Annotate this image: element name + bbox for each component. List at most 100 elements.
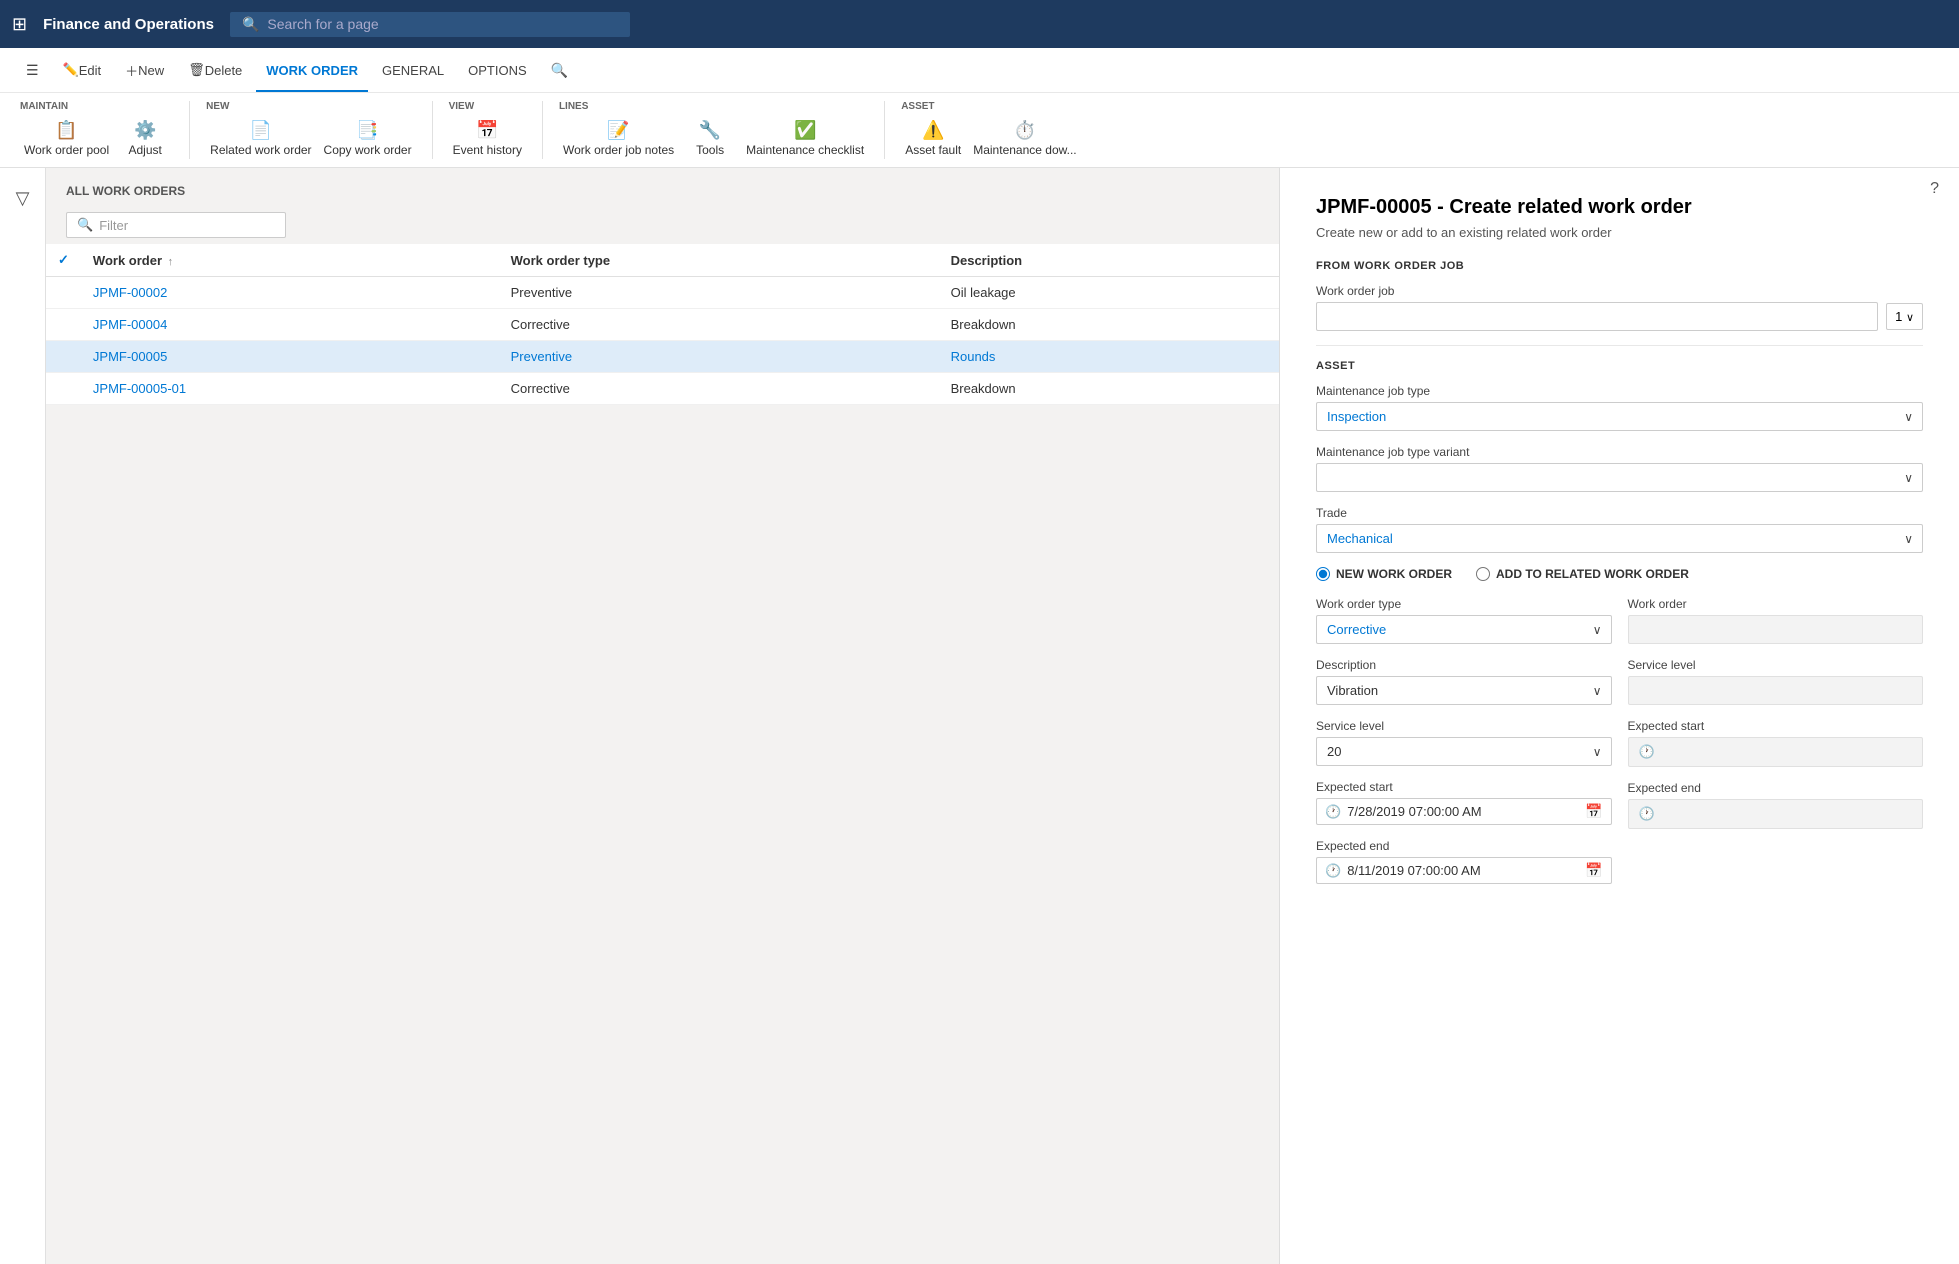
- downtime-icon: ⏱️: [1014, 120, 1036, 141]
- search-input[interactable]: [267, 16, 618, 32]
- right-expected-start-label: Expected start: [1628, 719, 1924, 733]
- ribbon-item-maint-checklist[interactable]: ✅ Maintenance checklist: [742, 118, 868, 159]
- maintain-items: 📋 Work order pool ⚙️ Adjust: [20, 118, 173, 159]
- right-service-level-input: [1628, 676, 1924, 705]
- filter-search-icon: 🔍: [77, 217, 93, 233]
- ribbon-item-copy-work-order[interactable]: 📑 Copy work order: [320, 118, 416, 159]
- expected-end-label: Expected end: [1316, 839, 1612, 853]
- table-row[interactable]: JPMF-00004 Corrective Breakdown: [46, 309, 1279, 341]
- maintenance-job-type-label: Maintenance job type: [1316, 384, 1923, 398]
- expected-start-datetime[interactable]: 🕐 📅: [1316, 798, 1612, 825]
- pool-icon: 📋: [55, 120, 77, 141]
- right-panel: ? JPMF-00005 - Create related work order…: [1279, 168, 1959, 1264]
- expected-end-datetime[interactable]: 🕐 📅: [1316, 857, 1612, 884]
- radio-group: NEW WORK ORDER ADD TO RELATED WORK ORDER: [1316, 567, 1923, 581]
- add-to-related-radio-label[interactable]: ADD TO RELATED WORK ORDER: [1476, 567, 1689, 581]
- main-area: ▽ ALL WORK ORDERS 🔍 ✓ Work order: [0, 168, 1959, 1264]
- from-work-order-job-section: FROM WORK ORDER JOB: [1316, 260, 1923, 272]
- right-work-order-field: Work order: [1628, 597, 1924, 644]
- expected-start-input[interactable]: [1347, 804, 1579, 819]
- ribbon-item-maint-downtime[interactable]: ⏱️ Maintenance dow...: [969, 118, 1080, 159]
- row-id[interactable]: JPMF-00005: [81, 341, 499, 373]
- row-type: Corrective: [499, 373, 939, 405]
- ribbon-item-tools[interactable]: 🔧 Tools: [682, 118, 738, 159]
- table-row[interactable]: JPMF-00002 Preventive Oil leakage: [46, 277, 1279, 309]
- expected-start-label: Expected start: [1316, 780, 1612, 794]
- row-id[interactable]: JPMF-00002: [81, 277, 499, 309]
- tab-search[interactable]: 🔍: [541, 48, 578, 92]
- check-all-icon[interactable]: ✓: [58, 252, 69, 267]
- notes-icon: 📝: [607, 120, 629, 141]
- tab-edit[interactable]: ✏️ Edit: [53, 48, 112, 92]
- ribbon-group-view: VIEW 📅 Event history: [433, 101, 543, 159]
- work-orders-table: ✓ Work order ↑ Work order type Descripti…: [46, 244, 1279, 405]
- maintenance-job-type-field: Maintenance job type Inspection ∨: [1316, 384, 1923, 431]
- row-desc: Rounds: [939, 341, 1279, 373]
- filter-input[interactable]: [99, 218, 275, 233]
- ribbon-item-work-order-pool[interactable]: 📋 Work order pool: [20, 118, 113, 159]
- ribbon-item-event-history[interactable]: 📅 Event history: [449, 118, 526, 159]
- right-expected-start-field: Expected start 🕐: [1628, 719, 1924, 767]
- row-check: [46, 341, 81, 373]
- trade-select[interactable]: Mechanical: [1316, 524, 1923, 553]
- ribbon-content: MAINTAIN 📋 Work order pool ⚙️ Adjust NEW…: [0, 92, 1959, 167]
- clock-icon-right-end: 🕐: [1639, 806, 1655, 822]
- row-id[interactable]: JPMF-00005-01: [81, 373, 499, 405]
- expected-end-input[interactable]: [1347, 863, 1579, 878]
- row-id[interactable]: JPMF-00004: [81, 309, 499, 341]
- filter-bar: 🔍: [46, 206, 1279, 244]
- table-row-selected[interactable]: JPMF-00005 Preventive Rounds: [46, 341, 1279, 373]
- tab-new[interactable]: ＋ New: [115, 48, 174, 92]
- ribbon-item-wo-job-notes[interactable]: 📝 Work order job notes: [559, 118, 678, 159]
- table-row[interactable]: JPMF-00005-01 Corrective Breakdown: [46, 373, 1279, 405]
- description-select[interactable]: Vibration: [1316, 676, 1612, 705]
- col-work-order-type[interactable]: Work order type: [499, 244, 939, 277]
- sort-arrow-icon: ↑: [168, 256, 174, 268]
- new-work-order-radio[interactable]: [1316, 567, 1330, 581]
- add-to-related-radio[interactable]: [1476, 567, 1490, 581]
- service-level-select[interactable]: 20: [1316, 737, 1612, 766]
- filter-input-wrap[interactable]: 🔍: [66, 212, 286, 238]
- col-description[interactable]: Description: [939, 244, 1279, 277]
- calendar-icon-end[interactable]: 📅: [1585, 862, 1602, 879]
- clock-icon-start: 🕐: [1325, 804, 1341, 820]
- asset-section: ASSET: [1316, 360, 1923, 372]
- search-bar[interactable]: 🔍: [230, 12, 630, 37]
- new-work-order-radio-label[interactable]: NEW WORK ORDER: [1316, 567, 1452, 581]
- right-work-order-input: [1628, 615, 1924, 644]
- lines-items: 📝 Work order job notes 🔧 Tools ✅ Mainten…: [559, 118, 868, 159]
- maintenance-job-type-select[interactable]: Inspection: [1316, 402, 1923, 431]
- work-order-job-value[interactable]: 1 ∨: [1886, 303, 1923, 330]
- work-order-type-field: Work order type Corrective ∨: [1316, 597, 1612, 644]
- maintenance-job-type-variant-select[interactable]: [1316, 463, 1923, 492]
- work-order-job-input[interactable]: [1316, 302, 1878, 331]
- ribbon-item-adjust[interactable]: ⚙️ Adjust: [117, 118, 173, 159]
- left-panel: ▽: [0, 168, 46, 1264]
- row-desc: Breakdown: [939, 309, 1279, 341]
- tools-icon: 🔧: [699, 120, 721, 141]
- tab-hamburger[interactable]: ☰: [16, 48, 49, 92]
- app-title: Finance and Operations: [43, 16, 214, 33]
- ribbon-item-asset-fault[interactable]: ⚠️ Asset fault: [901, 118, 965, 159]
- col-work-order[interactable]: Work order ↑: [81, 244, 499, 277]
- ribbon-tabs: ☰ ✏️ Edit ＋ New 🗑 Delete WORK ORDER GENE…: [0, 48, 1959, 92]
- maintenance-job-type-variant-field: Maintenance job type variant ∨: [1316, 445, 1923, 492]
- tab-work-order[interactable]: WORK ORDER: [256, 48, 368, 92]
- work-order-type-select[interactable]: Corrective: [1316, 615, 1612, 644]
- copy-icon: 📑: [356, 120, 378, 141]
- tab-general[interactable]: GENERAL: [372, 48, 454, 92]
- calendar-icon-start[interactable]: 📅: [1585, 803, 1602, 820]
- ribbon: ☰ ✏️ Edit ＋ New 🗑 Delete WORK ORDER GENE…: [0, 48, 1959, 168]
- waffle-icon[interactable]: ⊞: [12, 14, 27, 35]
- tab-options[interactable]: OPTIONS: [458, 48, 537, 92]
- work-order-job-chevron-icon: ∨: [1906, 312, 1914, 324]
- filter-icon[interactable]: ▽: [8, 180, 38, 217]
- delete-icon: 🗑: [188, 62, 205, 78]
- new-items: 📄 Related work order 📑 Copy work order: [206, 118, 415, 159]
- help-icon[interactable]: ?: [1930, 180, 1939, 198]
- col-check: ✓: [46, 244, 81, 277]
- row-type: Corrective: [499, 309, 939, 341]
- tab-delete[interactable]: 🗑 Delete: [178, 48, 252, 92]
- ribbon-item-related-work-order[interactable]: 📄 Related work order: [206, 118, 315, 159]
- fault-icon: ⚠️: [922, 120, 944, 141]
